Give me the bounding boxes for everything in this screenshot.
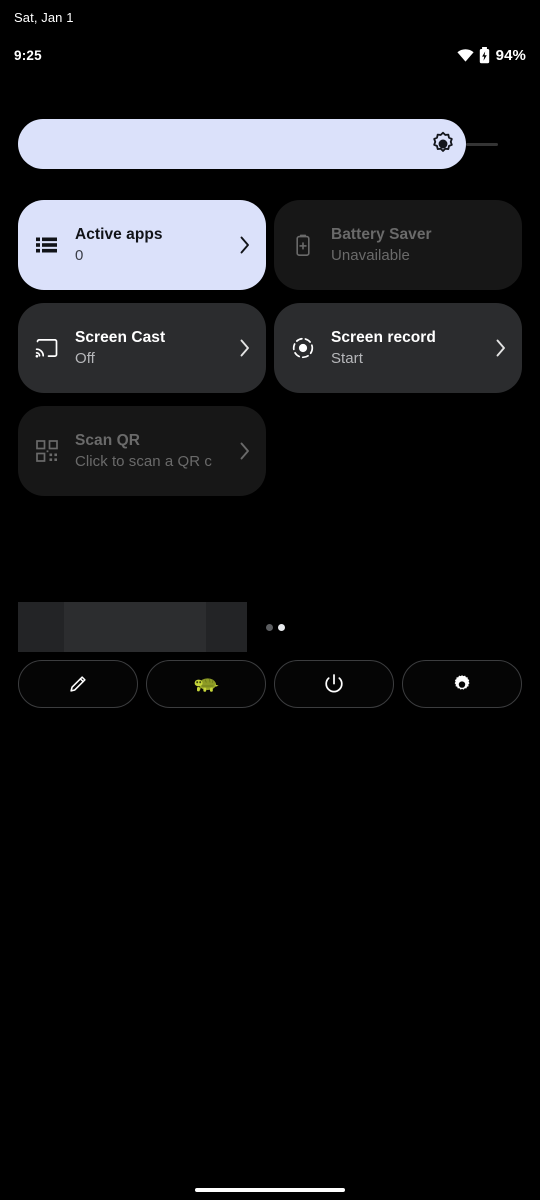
settings-button[interactable] bbox=[402, 660, 522, 708]
page-dot-1[interactable] bbox=[266, 623, 273, 631]
tile-title: Scan QR bbox=[75, 431, 140, 449]
quick-settings-tile-grid: Active apps 0 Battery Saver Unavailable bbox=[18, 200, 522, 496]
chevron-right-icon[interactable] bbox=[494, 337, 508, 359]
wifi-icon bbox=[457, 48, 474, 62]
qr-code-icon bbox=[34, 438, 60, 464]
power-icon bbox=[323, 673, 345, 695]
page-dot-2[interactable] bbox=[278, 623, 285, 631]
tile-scan-qr[interactable]: Scan QR Click to scan a QR c bbox=[18, 406, 266, 496]
brightness-slider[interactable] bbox=[18, 119, 498, 169]
tile-text: Scan QR Click to scan a QR c bbox=[75, 431, 230, 472]
chevron-right-icon[interactable] bbox=[238, 337, 252, 359]
media-placeholder-center bbox=[64, 602, 206, 652]
media-carousel-row bbox=[18, 602, 522, 652]
power-button[interactable] bbox=[274, 660, 394, 708]
tile-active-apps[interactable]: Active apps 0 bbox=[18, 200, 266, 290]
status-bar-date: Sat, Jan 1 bbox=[14, 10, 74, 25]
chevron-right-icon[interactable] bbox=[238, 440, 252, 462]
battery-percent-label: 94% bbox=[495, 46, 526, 64]
tile-text: Battery Saver Unavailable bbox=[331, 225, 486, 266]
list-icon bbox=[34, 232, 60, 258]
media-placeholder-right bbox=[206, 602, 247, 652]
tile-title: Battery Saver bbox=[331, 225, 432, 243]
turtle-avatar-icon bbox=[192, 673, 220, 695]
quick-settings-footer bbox=[18, 660, 522, 708]
status-bar-clock: 9:25 bbox=[14, 47, 42, 63]
page-indicator bbox=[266, 623, 285, 631]
edit-tiles-button[interactable] bbox=[18, 660, 138, 708]
tile-text: Screen record Start bbox=[331, 328, 486, 369]
user-switcher-button[interactable] bbox=[146, 660, 266, 708]
record-icon bbox=[290, 335, 316, 361]
tile-title: Active apps bbox=[75, 225, 163, 243]
cast-icon bbox=[34, 335, 60, 361]
battery-charging-icon bbox=[479, 46, 490, 64]
tile-battery-saver[interactable]: Battery Saver Unavailable bbox=[274, 200, 522, 290]
tile-subtitle: Click to scan a QR c bbox=[75, 452, 212, 470]
brightness-sun-icon bbox=[430, 131, 456, 157]
tile-text: Screen Cast Off bbox=[75, 328, 230, 369]
tile-subtitle: Off bbox=[75, 349, 95, 367]
chevron-right-icon[interactable] bbox=[238, 234, 252, 256]
tile-screen-record[interactable]: Screen record Start bbox=[274, 303, 522, 393]
tile-subtitle: 0 bbox=[75, 246, 84, 264]
tile-screen-cast[interactable]: Screen Cast Off bbox=[18, 303, 266, 393]
media-placeholder-left bbox=[18, 602, 64, 652]
tile-text: Active apps 0 bbox=[75, 225, 230, 266]
gear-icon bbox=[451, 673, 473, 695]
tile-subtitle: Start bbox=[331, 349, 363, 367]
tile-title: Screen record bbox=[331, 328, 436, 346]
home-gesture-bar[interactable] bbox=[195, 1188, 345, 1192]
brightness-slider-fill[interactable] bbox=[18, 119, 466, 169]
media-player-placeholder[interactable] bbox=[18, 602, 247, 652]
tile-title: Screen Cast bbox=[75, 328, 166, 346]
brightness-slider-track[interactable] bbox=[18, 119, 498, 169]
status-bar: 9:25 94% bbox=[0, 44, 540, 66]
tile-subtitle: Unavailable bbox=[331, 246, 410, 264]
battery-saver-icon bbox=[290, 232, 316, 258]
brightness-slider-remainder bbox=[466, 142, 498, 146]
pencil-icon bbox=[67, 673, 89, 695]
status-bar-icons: 94% bbox=[457, 46, 526, 64]
